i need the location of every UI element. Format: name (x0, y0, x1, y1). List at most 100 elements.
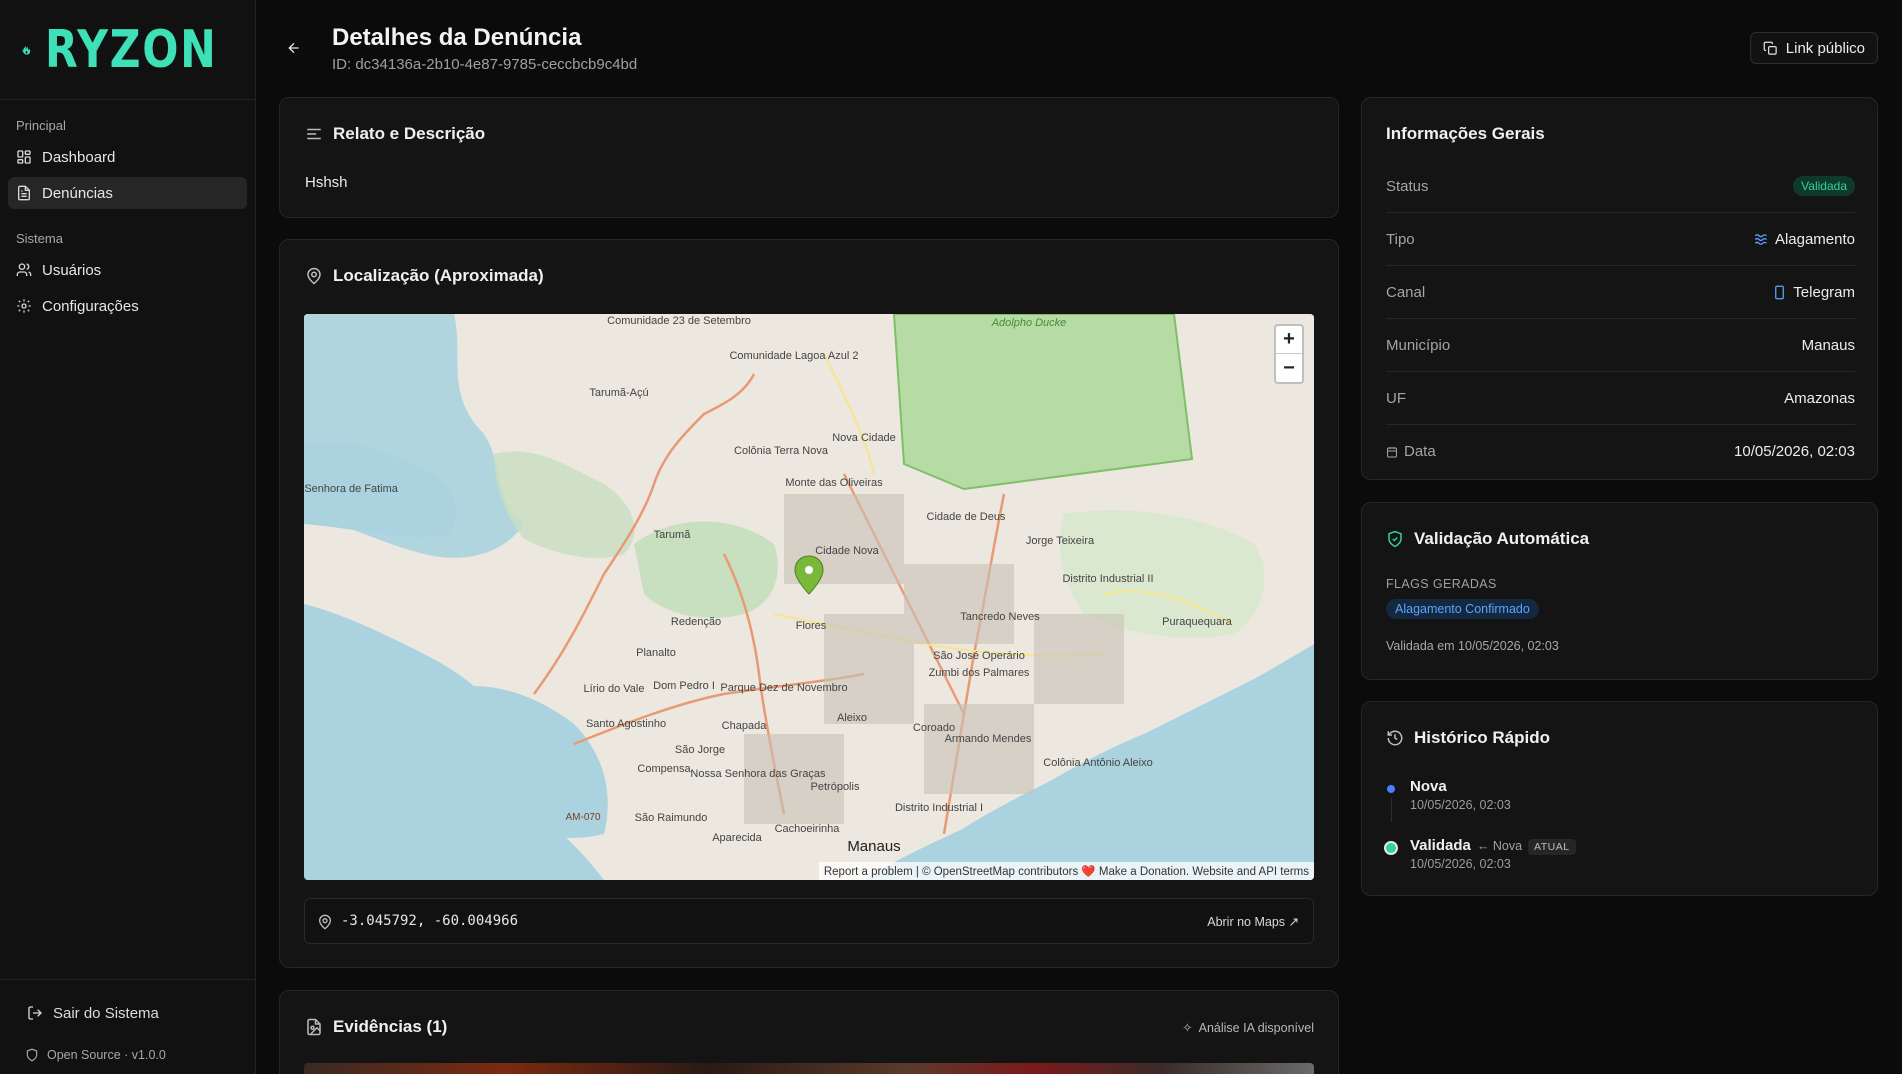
back-button[interactable] (286, 40, 302, 56)
history-status: Nova (1410, 778, 1447, 795)
public-link-label: Link público (1785, 39, 1865, 57)
flame-icon (22, 44, 31, 55)
map-label: Santo Agostinho (586, 718, 666, 730)
status-dot-icon (1387, 785, 1395, 793)
sparkles-icon: ✧ (1182, 1021, 1193, 1035)
coordinates-bar: -3.045792, -60.004966 Abrir no Maps ↗ (304, 898, 1314, 944)
sidebar-item-dashboard[interactable]: Dashboard (8, 141, 247, 173)
map-label: Cachoeirinha (775, 823, 841, 835)
location-card: Localização (Aproximada) Comunidade 23 d… (279, 239, 1339, 968)
info-row-status: Status Validada (1386, 160, 1855, 213)
evidence-image[interactable] (304, 1063, 1314, 1074)
map-label: Redenção (671, 616, 721, 628)
map-label: Nossa Senhora das Graças (690, 768, 826, 780)
map-label: Puraquequara (1162, 616, 1233, 628)
relato-title-text: Relato e Descrição (333, 124, 486, 143)
map-label: Planalto (636, 647, 676, 659)
sidebar-item-configuracoes[interactable]: Configurações (8, 290, 247, 322)
map[interactable]: Comunidade 23 de Setembro Comunidade Lag… (304, 314, 1314, 880)
public-link-button[interactable]: Link público (1749, 32, 1878, 64)
logout-button[interactable]: Sair do Sistema (0, 1000, 255, 1026)
nav-heading: Principal (16, 118, 66, 133)
align-left-icon (307, 128, 321, 140)
general-info-card: Informações Gerais Status Validada Tipo … (1361, 97, 1878, 480)
evidence-title: Evidências (1) (305, 1017, 447, 1037)
info-row-canal: Canal Telegram (1386, 266, 1855, 319)
sidebar-item-usuarios[interactable]: Usuários (8, 254, 247, 286)
info-label: Tipo (1386, 230, 1415, 248)
version-info: Open Source · v1.0.0 (0, 1044, 255, 1066)
map-label: Lírio do Vale (584, 683, 645, 695)
zoom-in-button[interactable]: + (1276, 326, 1302, 354)
relato-text: Hshsh (305, 174, 348, 191)
map-label: Dom Pedro I (653, 680, 715, 692)
calendar-icon (1387, 446, 1397, 457)
info-value-canal: Telegram (1772, 284, 1855, 301)
page-title: Detalhes da Denúncia (332, 24, 582, 51)
auto-validation-title: Validação Automática (1386, 529, 1589, 549)
sidebar-footer: Sair do Sistema Open Source · v1.0.0 (0, 979, 255, 1074)
map-label: Cidade de Deus (927, 511, 1006, 523)
info-label: Canal (1386, 283, 1426, 301)
waves-icon (1754, 233, 1767, 245)
map-label: Compensa (637, 763, 691, 775)
logout-label: Sair do Sistema (53, 1004, 159, 1022)
map-label: Nova Cidade (832, 432, 896, 444)
location-title: Localização (Aproximada) (305, 266, 544, 286)
timeline-line (1391, 798, 1392, 822)
info-row-municipio: Município Manaus (1386, 319, 1855, 372)
sidebar-item-label: Dashboard (42, 148, 116, 166)
report-id: ID: dc34136a-2b10-4e87-9785-ceccbcb9c4bd (332, 56, 638, 73)
history-item-name: Nova (1410, 778, 1447, 795)
sidebar-item-label: Denúncias (42, 184, 113, 202)
flag-badge: Alagamento Confirmado (1386, 599, 1539, 619)
brand-logo[interactable]: RYZON (0, 0, 255, 100)
evidence-title-text: Evidências (1) (333, 1017, 448, 1036)
map-zoom-control: + − (1274, 324, 1304, 384)
sidebar: RYZON Principal Dashboard Denúncias Sist… (0, 0, 256, 1074)
info-value-text: Manaus (1801, 336, 1855, 354)
coordinates-value: -3.045792, -60.004966 (341, 913, 519, 929)
general-info-title-text: Informações Gerais (1386, 124, 1545, 143)
validated-at: Validada em 10/05/2026, 02:03 (1386, 639, 1559, 653)
info-value-text: Alagamento (1774, 230, 1855, 248)
map-label: Aleixo (837, 712, 867, 724)
info-value-text: Telegram (1793, 283, 1855, 301)
arrow-left-icon (288, 42, 299, 54)
map-label: Jorge Teixeira (1026, 535, 1095, 547)
map-label: Chapada (722, 720, 768, 732)
ai-analysis-badge[interactable]: ✧ Análise IA disponível (1182, 1020, 1314, 1036)
zoom-out-button[interactable]: − (1276, 354, 1302, 382)
map-label: Colônia Terra Nova (734, 445, 829, 457)
map-attribution[interactable]: Report a problem | © OpenStreetMap contr… (818, 862, 1314, 880)
history-title: Histórico Rápido (1386, 728, 1550, 748)
history-title-text: Histórico Rápido (1414, 728, 1551, 747)
map-label: Comunidade 23 de Setembro (607, 315, 751, 327)
brand-name: RYZON (44, 19, 218, 80)
map-label: Tancredo Neves (960, 611, 1040, 623)
info-value-tipo: Alagamento (1754, 231, 1855, 248)
nav-heading: Sistema (16, 231, 63, 246)
map-label: Adolpho Ducke (991, 317, 1067, 329)
map-label: Parque Dez de Novembro (720, 682, 847, 694)
info-row-uf: UF Amazonas (1386, 372, 1855, 425)
flags-label: FLAGS GERADAS (1386, 577, 1497, 591)
map-label: Flores (796, 620, 827, 632)
map-label: São José Operário (933, 650, 1025, 662)
map-label: São Raimundo (635, 812, 708, 824)
map-label: Armando Mendes (945, 733, 1032, 745)
map-label: Distrito Industrial II (1062, 573, 1153, 585)
open-maps-link[interactable]: Abrir no Maps ↗ (1207, 914, 1299, 929)
info-row-tipo: Tipo Alagamento (1386, 213, 1855, 266)
history-status: Validada (1410, 837, 1471, 854)
auto-validation-title-text: Validação Automática (1414, 529, 1590, 548)
general-info-title: Informações Gerais (1386, 124, 1545, 144)
location-title-text: Localização (Aproximada) (333, 266, 544, 285)
relato-title: Relato e Descrição (305, 124, 485, 144)
map-label: Monte das Oliveiras (785, 477, 883, 489)
info-label: Município (1386, 336, 1451, 354)
history-card: Histórico Rápido Nova 10/05/2026, 02:03 … (1361, 701, 1878, 896)
sidebar-item-denuncias[interactable]: Denúncias (8, 177, 247, 209)
history-icon (1387, 730, 1403, 746)
info-label: UF (1386, 389, 1406, 407)
